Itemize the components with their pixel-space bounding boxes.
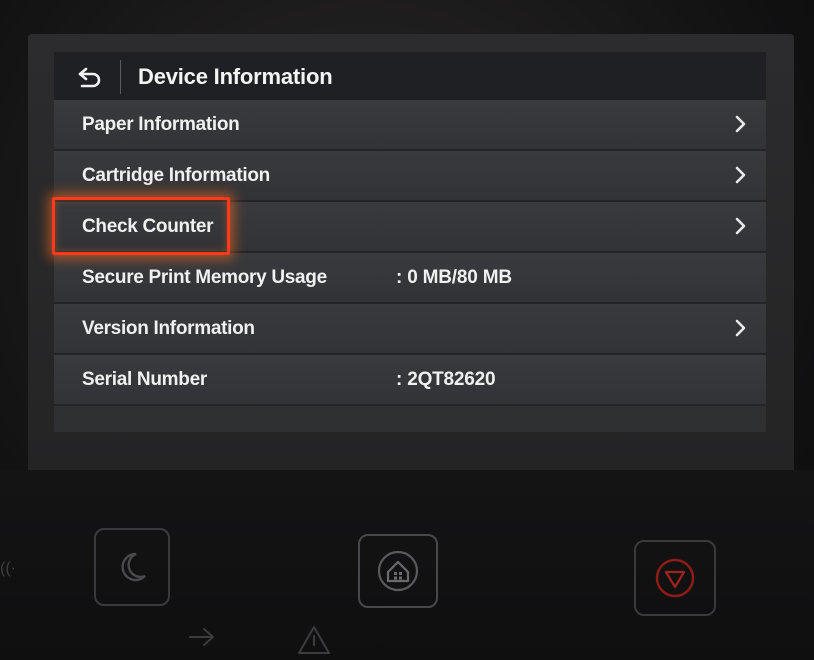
- row-label: Check Counter: [82, 216, 214, 237]
- row-value: : 2QT82620: [396, 369, 496, 390]
- page-title: Device Information: [138, 64, 333, 89]
- row-version-information[interactable]: Version Information: [54, 304, 766, 355]
- moon-icon: [121, 552, 146, 582]
- chevron-right-icon: [734, 113, 748, 135]
- home-button[interactable]: [358, 534, 438, 608]
- warning-indicator-icon: [298, 626, 330, 654]
- nfc-sensor-icon: ((·: [0, 560, 16, 577]
- data-arrow-indicator-icon: [189, 628, 214, 646]
- chevron-right-icon: [734, 164, 748, 186]
- chevron-right-icon: [734, 215, 748, 237]
- row-label: Version Information: [82, 318, 255, 339]
- screen-header: Device Information: [54, 52, 766, 100]
- header-divider: [120, 60, 121, 94]
- row-value: : 0 MB/80 MB: [396, 267, 512, 288]
- row-cartridge-information[interactable]: Cartridge Information: [54, 151, 766, 202]
- row-label: Serial Number: [82, 369, 207, 390]
- row-serial-number: Serial Number : 2QT82620: [54, 355, 766, 406]
- row-check-counter[interactable]: Check Counter: [54, 202, 766, 253]
- back-button[interactable]: [76, 64, 104, 90]
- stop-button[interactable]: [634, 540, 716, 616]
- device-info-list: Paper Information Cartridge Information …: [54, 100, 766, 406]
- row-label: Cartridge Information: [82, 165, 270, 186]
- row-secure-print-memory-usage: Secure Print Memory Usage : 0 MB/80 MB: [54, 253, 766, 304]
- row-paper-information[interactable]: Paper Information: [54, 100, 766, 151]
- touch-screen: Device Information Paper Information Car…: [54, 52, 766, 432]
- stop-icon: [655, 558, 695, 598]
- row-label: Paper Information: [82, 114, 240, 135]
- row-label: Secure Print Memory Usage: [82, 267, 327, 288]
- back-arrow-icon: [78, 67, 101, 88]
- sleep-button[interactable]: [94, 528, 170, 606]
- chevron-right-icon: [734, 317, 748, 339]
- home-icon: [377, 550, 419, 592]
